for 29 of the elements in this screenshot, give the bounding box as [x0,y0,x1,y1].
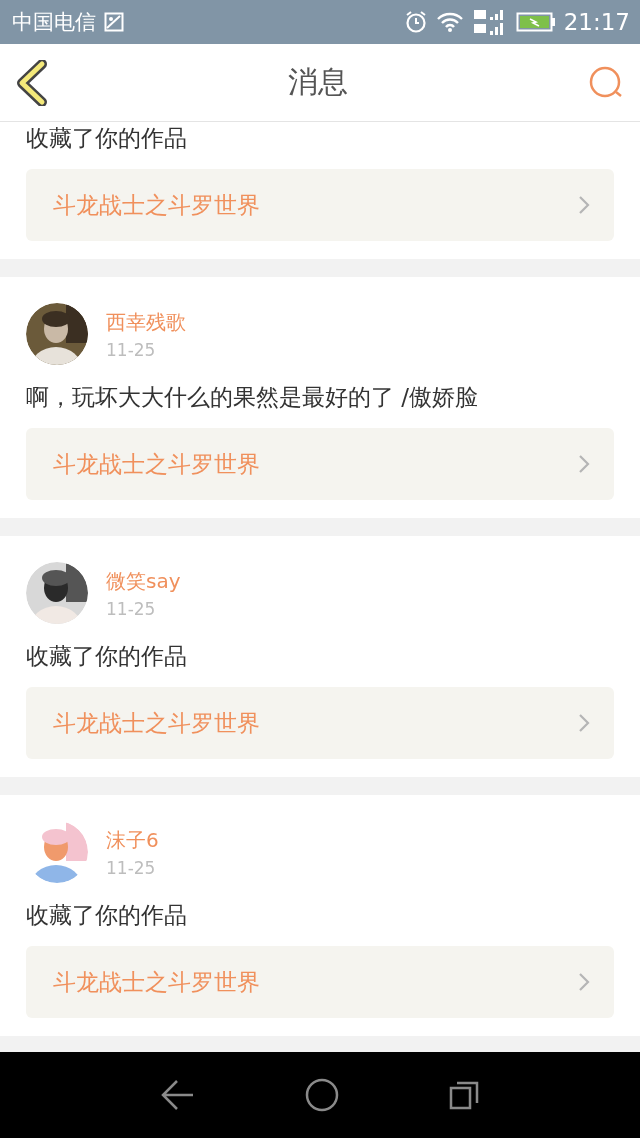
chevron-icon [578,195,590,215]
message-date: 11-25 [106,339,157,360]
message-date: 11-25 [106,857,157,878]
battery-icon [515,11,556,33]
message-date: 11-25 [106,598,157,619]
image-icon [104,12,124,32]
carrier-name: 中国电信 [12,9,96,36]
work-link[interactable]: 斗龙战士之斗罗世界 [26,687,614,759]
clock-time: 21:17 [563,9,630,35]
comment-text: 收藏了你的作品 [26,642,187,671]
page-title: 消息 [288,63,348,101]
back-icon[interactable] [16,59,48,106]
home-icon[interactable] [305,1078,339,1112]
work-link[interactable]: 斗龙战士之斗罗世界 [26,169,614,241]
comment-text: 啊，玩坏大大什么的果然是最好的了 /傲娇脸 [26,383,479,412]
chevron-icon [578,454,590,474]
recent-apps-icon[interactable] [449,1080,479,1110]
chevron-icon [578,972,590,992]
wifi-icon [435,11,464,33]
user-name[interactable]: 沫子6 [106,826,159,854]
work-link[interactable]: 斗龙战士之斗罗世界 [26,428,614,500]
comment-text: 收藏了你的作品 [26,901,187,930]
alarm-icon [403,10,428,34]
work-link[interactable]: 斗龙战士之斗罗世界 [26,946,614,1018]
user-name[interactable]: 西幸残歌 [106,308,186,336]
comment-text: 收藏了你的作品 [26,124,187,153]
user-name[interactable]: 微笑say [106,567,181,595]
chevron-icon [578,713,590,733]
back-icon[interactable] [161,1079,195,1111]
